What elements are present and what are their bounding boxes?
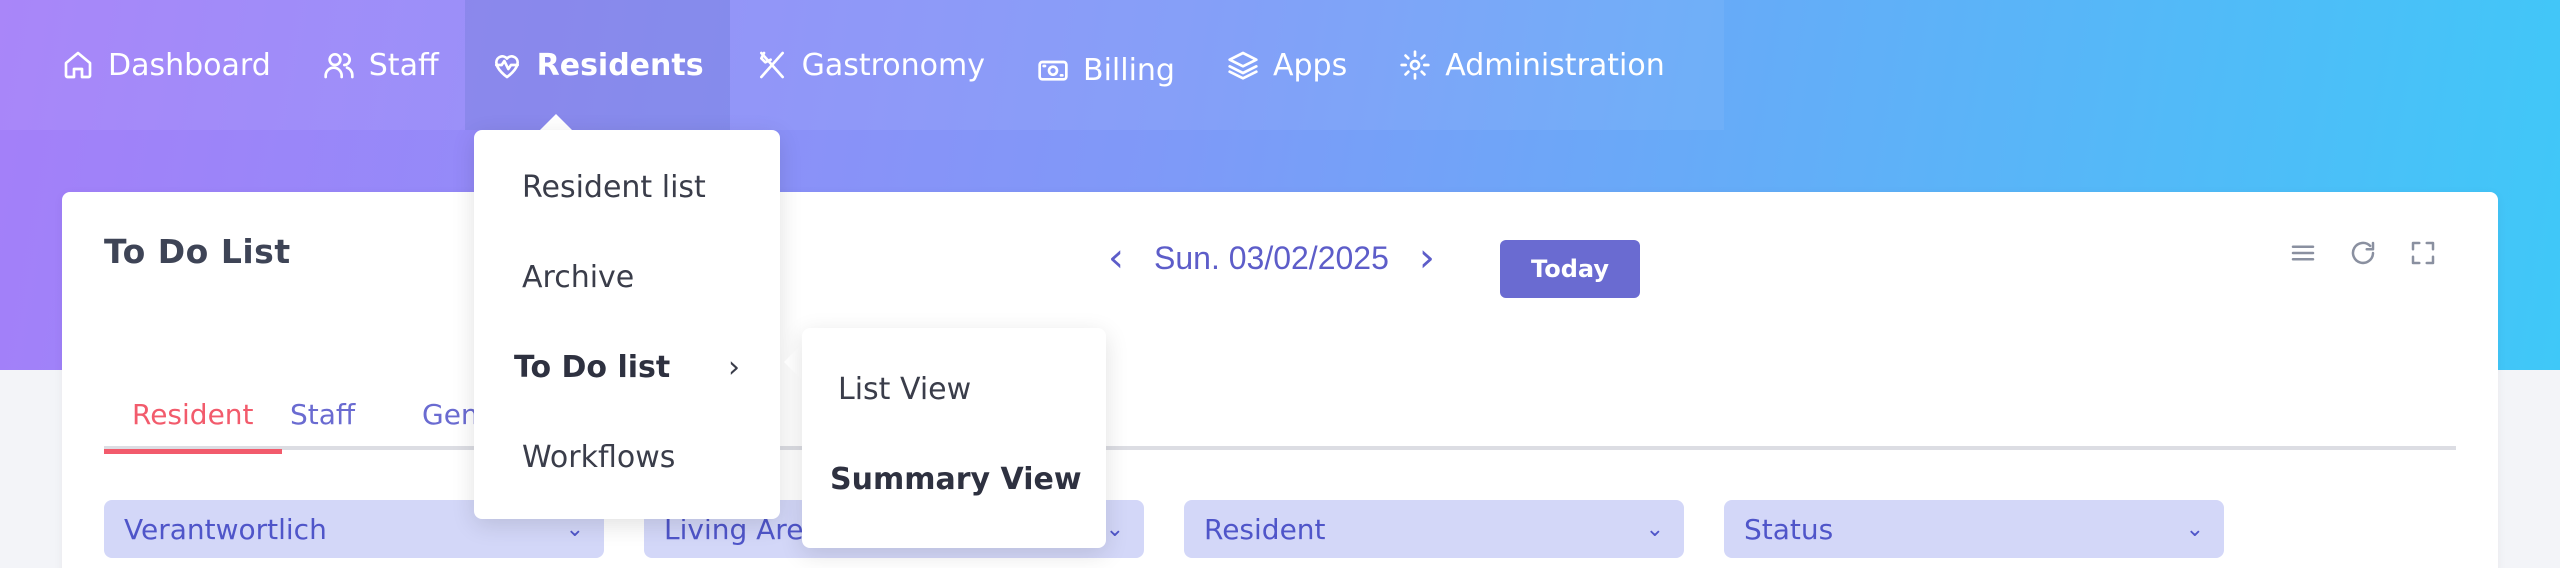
utensils-icon [759,51,784,79]
filter-label: Resident [1204,512,1326,546]
todo-submenu: List View Summary View [802,328,1106,548]
list-icon[interactable] [2288,238,2318,268]
nav-label: Gastronomy [801,47,985,83]
chevron-down-icon: ⌄ [1645,516,1664,542]
date-navigator: ‹ Sun. 03/02/2025 › [1108,238,1435,278]
filter-label: Verantwortlich [124,512,327,546]
submenu-item-summary-view[interactable]: Summary View [830,462,1082,497]
page-title: To Do List [104,232,291,271]
home-icon [64,51,92,79]
chevron-down-icon: ⌄ [565,516,584,542]
nav-item-gastronomy[interactable]: Gastronomy [730,0,1011,130]
menu-item-archive[interactable]: Archive [522,260,634,295]
nav-item-billing[interactable]: Billing [1011,0,1201,130]
residents-dropdown: Resident list Archive To Do list › Workf… [474,130,780,519]
heart-pulse-icon [494,55,519,79]
current-date: Sun. 03/02/2025 [1154,239,1389,276]
menu-item-todo-list[interactable]: To Do list › [514,350,740,385]
menu-item-workflows[interactable]: Workflows [522,440,675,475]
menu-item-label: To Do list [514,350,671,385]
previous-day-button[interactable]: ‹ [1108,238,1124,278]
nav-label: Staff [368,47,439,83]
users-icon [324,53,354,79]
nav-label: Billing [1083,52,1175,88]
nav-item-dashboard[interactable]: Dashboard [0,0,297,130]
menu-item-resident-list[interactable]: Resident list [522,170,706,205]
nav-label: Dashboard [108,47,271,83]
nav-item-staff[interactable]: Staff [297,0,465,130]
gear-icon [1400,50,1430,80]
chevron-down-icon: ⌄ [2185,516,2204,542]
fullscreen-icon[interactable] [2408,238,2438,268]
nav-label: Apps [1272,47,1348,83]
banknote-icon [1038,60,1068,81]
layers-icon [1228,51,1258,80]
todo-card: To Do List ‹ Sun. 03/02/2025 › Today Res… [62,192,2498,568]
next-day-button[interactable]: › [1419,238,1435,278]
chevron-right-icon: › [728,350,740,385]
submenu-item-list-view[interactable]: List View [838,372,971,407]
todo-tabs: Resident Staff Gen [104,388,2456,454]
submenu-pointer [784,344,802,380]
tab-resident[interactable]: Resident [104,398,282,454]
chevron-down-icon: ⌄ [1105,516,1124,542]
nav-item-administration[interactable]: Administration [1373,0,1691,130]
refresh-icon[interactable] [2348,238,2378,268]
nav-label: Administration [1445,47,1665,83]
nav-item-apps[interactable]: Apps [1201,0,1373,130]
nav-item-residents[interactable]: Residents [464,0,730,130]
filter-status[interactable]: Status ⌄ [1724,500,2224,558]
tab-staff[interactable]: Staff [262,398,383,454]
nav-label: Residents [536,47,704,83]
card-tools [2288,238,2438,268]
today-button[interactable]: Today [1500,240,1640,298]
filter-resident[interactable]: Resident ⌄ [1184,500,1684,558]
filter-label: Status [1744,512,1834,546]
main-navbar: Dashboard Staff Residents Gastronomy Bil… [0,0,1724,130]
